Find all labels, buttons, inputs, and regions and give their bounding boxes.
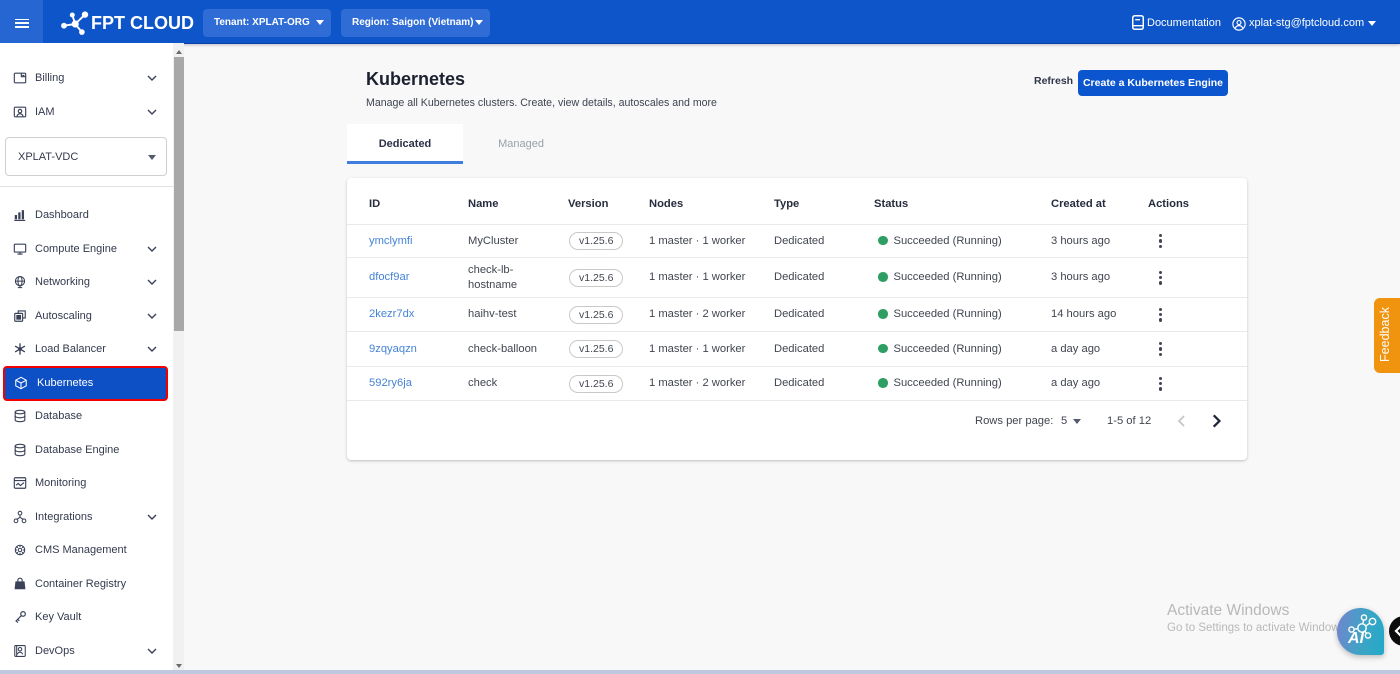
svg-text:AI: AI — [1347, 630, 1365, 647]
